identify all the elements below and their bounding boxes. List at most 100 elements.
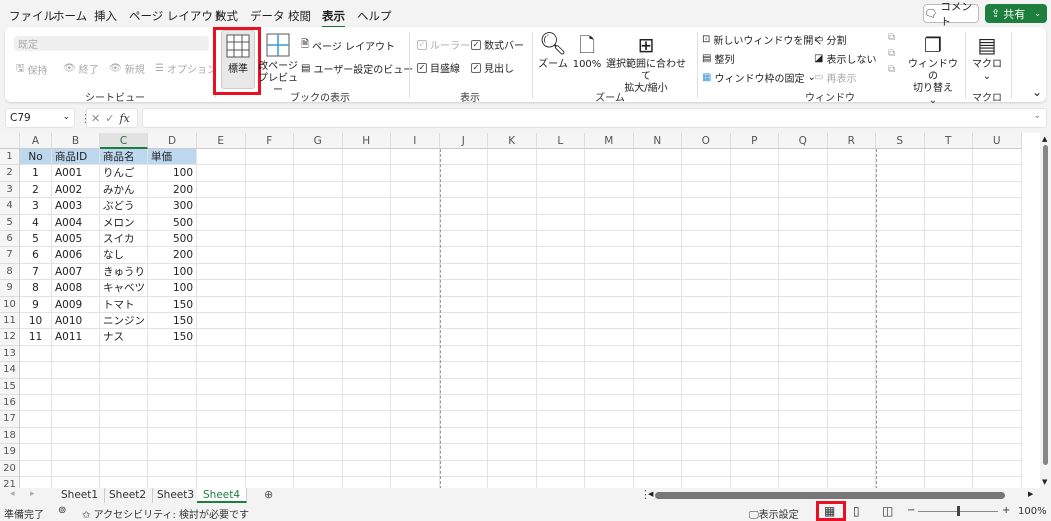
cell-Q19[interactable] [779,444,828,461]
column-header-Q[interactable]: Q [779,133,828,149]
cell-N16[interactable] [633,395,682,412]
cell-D21[interactable] [148,477,197,488]
cell-J19[interactable] [439,444,488,461]
cell-J17[interactable] [439,411,488,428]
cell-D1[interactable]: 単価 [148,149,197,166]
cell-J2[interactable] [439,165,488,182]
cell-A9[interactable]: 8 [20,280,52,297]
cell-D6[interactable]: 500 [148,231,197,248]
cell-L16[interactable] [536,395,585,412]
cell-A6[interactable]: 5 [20,231,52,248]
cell-U7[interactable] [973,247,1022,264]
cell-C18[interactable] [100,427,148,445]
cell-P5[interactable] [730,214,779,231]
cell-A2[interactable]: 1 [20,165,52,182]
cell-C6[interactable]: スイカ [100,231,148,248]
cell-B19[interactable] [52,444,100,461]
cell-G20[interactable] [294,460,343,477]
cell-N7[interactable] [633,247,682,264]
cell-U10[interactable] [973,296,1022,313]
cell-O17[interactable] [682,411,731,428]
cell-O18[interactable] [682,427,731,445]
cell-R11[interactable] [827,313,876,330]
cell-H21[interactable] [343,477,391,488]
select-all-corner[interactable] [0,133,20,149]
cell-M19[interactable] [585,444,634,461]
cell-K9[interactable] [488,280,537,297]
cell-U17[interactable] [973,411,1022,428]
sheet-tab-Sheet3[interactable]: Sheet3 [151,488,202,503]
cell-E4[interactable] [197,198,246,215]
cell-L13[interactable] [536,345,585,363]
cell-G8[interactable] [294,263,343,281]
cell-G14[interactable] [294,362,343,379]
tab-formulas[interactable]: 数式 [215,8,238,24]
cell-I8[interactable] [391,263,440,281]
sheet-tab-Sheet2[interactable]: Sheet2 [103,488,154,503]
cell-G6[interactable] [294,231,343,248]
cell-E15[interactable] [197,378,246,395]
cell-P10[interactable] [730,296,779,313]
cell-A12[interactable]: 11 [20,329,52,346]
cell-H14[interactable] [342,362,391,379]
cell-T6[interactable] [924,231,973,248]
cell-F14[interactable] [245,362,294,379]
cell-N11[interactable] [633,313,682,330]
cell-C14[interactable] [100,362,148,379]
cell-K14[interactable] [488,362,537,379]
cell-R9[interactable] [827,280,876,297]
cell-T20[interactable] [924,460,973,477]
fx-icon[interactable]: fx [119,112,129,125]
row-header[interactable]: 5 [0,214,20,231]
cell-Q2[interactable] [779,165,828,182]
column-header-R[interactable]: R [827,133,876,149]
cell-H4[interactable] [342,198,391,215]
cell-H18[interactable] [342,427,391,445]
cell-D2[interactable]: 100 [148,165,197,182]
tab-review[interactable]: 校閲 [288,8,311,24]
row-header[interactable]: 13 [0,345,20,363]
cell-U19[interactable] [973,444,1022,461]
cell-F21[interactable] [246,477,294,488]
cell-P14[interactable] [730,362,779,379]
freeze-panes-button[interactable]: ▦ ウィンドウ枠の固定 ⌄ [702,70,816,85]
new-view-button[interactable]: 👁 新規 [109,61,145,76]
column-header-M[interactable]: M [585,133,634,149]
cell-I11[interactable] [391,313,440,330]
cell-D9[interactable]: 100 [148,280,197,297]
cell-G17[interactable] [294,411,343,428]
row-header[interactable]: 4 [0,198,20,215]
tab-insert[interactable]: 挿入 [94,8,117,24]
cell-S5[interactable] [876,214,925,231]
cell-P21[interactable] [731,477,779,488]
cell-H8[interactable] [342,263,391,281]
cell-L3[interactable] [536,181,585,199]
tab-file[interactable]: ファイル [9,8,55,24]
cell-J14[interactable] [439,362,488,379]
cell-L12[interactable] [536,329,585,346]
cell-Q21[interactable] [779,477,828,488]
add-sheet-icon[interactable]: ⊕ [264,488,273,501]
cell-E12[interactable] [197,329,246,346]
cell-M4[interactable] [585,198,634,215]
cell-T12[interactable] [924,329,973,346]
cell-O3[interactable] [682,181,731,199]
row-header[interactable]: 14 [0,362,20,379]
cell-R16[interactable] [827,395,876,412]
cell-O12[interactable] [682,329,731,346]
cell-Q7[interactable] [779,247,828,264]
cell-F7[interactable] [245,247,294,264]
ruler-checkbox[interactable]: ✓ ルーラー [417,37,470,52]
cell-L17[interactable] [536,411,585,428]
cell-I3[interactable] [391,181,440,199]
cell-B12[interactable]: A011 [52,329,100,346]
cell-O1[interactable] [682,149,731,166]
cell-Q3[interactable] [779,181,828,199]
cell-G16[interactable] [294,395,343,412]
cell-M15[interactable] [585,378,634,395]
cell-I10[interactable] [391,296,440,313]
cell-T17[interactable] [924,411,973,428]
cell-R15[interactable] [827,378,876,395]
cell-P17[interactable] [730,411,779,428]
cell-E19[interactable] [197,444,246,461]
